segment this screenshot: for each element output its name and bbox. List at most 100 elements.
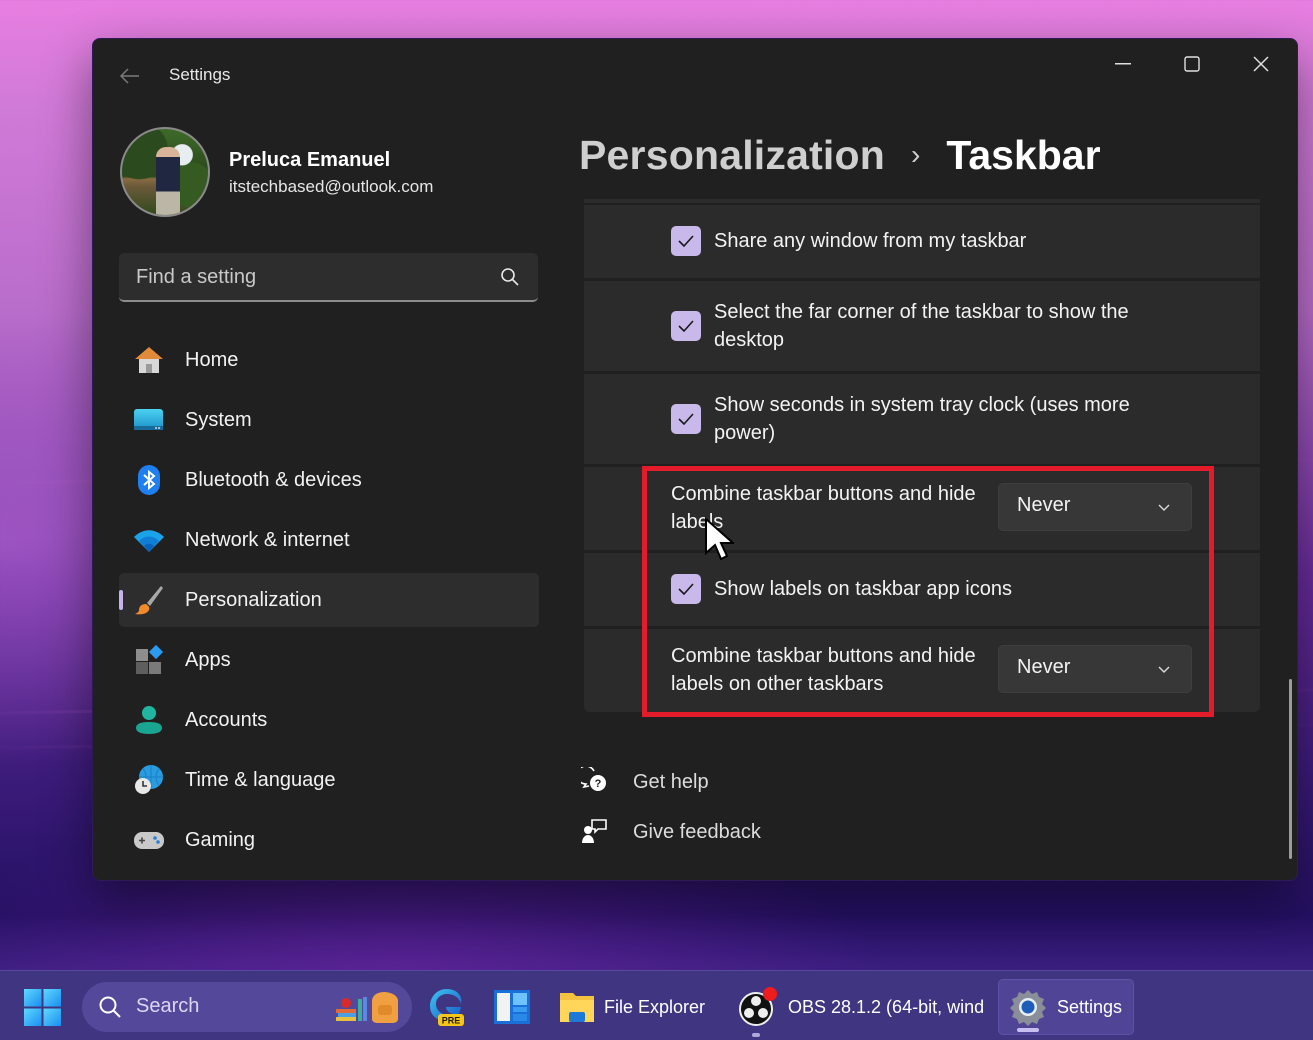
setting-row-show-seconds: Show seconds in system tray clock (uses … — [584, 374, 1260, 464]
give-feedback-link[interactable]: Give feedback — [581, 807, 881, 857]
home-icon — [135, 347, 163, 373]
share-window-checkbox[interactable] — [671, 226, 701, 256]
obs-label: OBS 28.1.2 (64-bit, wind — [788, 996, 985, 1017]
get-help-label: Get help — [633, 770, 709, 793]
breadcrumb-chevron-icon: › — [911, 139, 921, 170]
widgets-icon — [494, 990, 530, 1024]
help-icon: ? — [581, 767, 606, 791]
active-indicator — [1017, 1028, 1039, 1032]
sidebar-item-accounts[interactable]: Accounts — [119, 693, 539, 747]
sidebar-item-label: Bluetooth & devices — [185, 468, 362, 491]
taskbar-search-label: Search — [136, 995, 200, 1017]
settings-window: Settings Preluca Emanuel itstechbased@ou… — [92, 38, 1298, 881]
profile-name: Preluca Emanuel — [229, 149, 391, 171]
chevron-down-icon — [1158, 504, 1170, 511]
setting-row-share-window: Share any window from my taskbar — [584, 205, 1260, 278]
combine-other-label: Combine taskbar buttons and hide labels … — [671, 645, 976, 695]
sidebar-item-gaming[interactable]: Gaming — [119, 813, 539, 867]
bluetooth-icon — [138, 465, 160, 495]
search-placeholder: Find a setting — [136, 266, 257, 288]
svg-text:?: ? — [595, 778, 602, 790]
sidebar-item-network-internet[interactable]: Network & internet — [119, 513, 539, 567]
combine-buttons-label: Combine taskbar buttons and hide labels — [671, 483, 976, 533]
dropdown-value: Never — [1017, 656, 1071, 678]
maximize-button[interactable] — [1164, 47, 1220, 81]
page-title: Taskbar — [946, 131, 1101, 178]
show-seconds-label: Show seconds in system tray clock (uses … — [714, 394, 1130, 444]
sidebar-item-label: Network & internet — [185, 528, 350, 551]
checkmark-icon — [678, 320, 694, 332]
setting-row-show-labels: Show labels on taskbar app icons — [584, 553, 1260, 626]
back-to-school-highlight-icon — [336, 992, 398, 1023]
give-feedback-label: Give feedback — [633, 820, 761, 843]
far-corner-checkbox[interactable] — [671, 311, 701, 341]
avatar — [120, 127, 210, 217]
file-explorer-label: File Explorer — [604, 996, 706, 1017]
taskbar-app-obs[interactable]: OBS 28.1.2 (64-bit, wind — [738, 979, 985, 1037]
sidebar-item-time-language[interactable]: Time & language — [119, 753, 539, 807]
checkmark-icon — [678, 583, 694, 595]
close-icon — [1253, 56, 1269, 72]
taskbar-app-edge-preview[interactable]: PRE — [428, 979, 466, 1035]
close-button[interactable] — [1233, 47, 1289, 81]
share-window-label: Share any window from my taskbar — [714, 230, 1027, 252]
sidebar-item-home[interactable]: Home — [119, 333, 539, 387]
sidebar-item-system[interactable]: System — [119, 393, 539, 447]
sidebar-item-label: Apps — [185, 648, 231, 671]
app-title: Settings — [169, 65, 231, 84]
taskbar-app-file-explorer[interactable]: File Explorer — [560, 979, 705, 1035]
show-labels-label: Show labels on taskbar app icons — [714, 578, 1012, 600]
taskbar-app-widgets[interactable] — [494, 979, 530, 1035]
sidebar-item-label: Personalization — [185, 588, 322, 611]
running-indicator — [752, 1033, 760, 1037]
search-icon[interactable] — [500, 267, 520, 287]
windows-taskbar: Search PRE File Explorer OBS 28.1.2 (64-… — [0, 970, 1313, 1040]
sidebar-item-bluetooth-devices[interactable]: Bluetooth & devices — [119, 453, 539, 507]
minimize-button[interactable] — [1095, 47, 1151, 81]
sidebar-item-apps[interactable]: Apps — [119, 633, 539, 687]
back-button[interactable] — [117, 63, 143, 89]
setting-row-far-corner: Select the far corner of the taskbar to … — [584, 281, 1260, 371]
title-bar: Settings — [93, 39, 1297, 115]
sidebar-item-label: System — [185, 408, 252, 431]
active-indicator — [119, 590, 123, 610]
search-icon — [99, 996, 121, 1018]
settings-label: Settings — [1057, 996, 1123, 1017]
taskbar-app-settings[interactable]: Settings — [998, 979, 1134, 1035]
checkmark-icon — [678, 413, 694, 425]
sidebar-nav: Home System Bluetooth & devices Network … — [119, 333, 539, 873]
content-scrollbar[interactable] — [1289, 679, 1292, 859]
maximize-icon — [1184, 56, 1200, 72]
paintbrush-icon — [135, 586, 163, 615]
combine-other-dropdown[interactable]: Never — [998, 645, 1192, 693]
user-profile[interactable]: Preluca Emanuel itstechbased@outlook.com — [120, 127, 540, 219]
settings-search-input[interactable]: Find a setting — [119, 253, 538, 302]
edge-preview-badge: PRE — [442, 1016, 461, 1026]
profile-email: itstechbased@outlook.com — [229, 177, 434, 196]
breadcrumb: Personalization › Taskbar — [579, 125, 1101, 185]
combine-buttons-dropdown[interactable]: Never — [998, 483, 1192, 531]
sidebar-item-label: Gaming — [185, 828, 256, 851]
taskbar-behaviors-panel: Share any window from my taskbar Select … — [584, 199, 1260, 712]
sidebar-item-label: Home — [185, 348, 239, 371]
dropdown-value: Never — [1017, 494, 1071, 516]
taskbar-search-box[interactable]: Search — [82, 982, 412, 1032]
setting-row-combine-buttons: Combine taskbar buttons and hide labels … — [584, 467, 1260, 550]
checkmark-icon — [678, 235, 694, 247]
obs-icon — [739, 987, 777, 1026]
chevron-down-icon — [1158, 666, 1170, 673]
wifi-icon — [134, 530, 164, 552]
time-language-icon — [135, 765, 163, 794]
get-help-link[interactable]: ? Get help — [581, 757, 881, 807]
breadcrumb-parent-link[interactable]: Personalization — [579, 132, 885, 179]
gamepad-icon — [134, 832, 164, 849]
panel-top-edge — [584, 199, 1260, 203]
apps-icon — [136, 644, 164, 674]
back-arrow-icon — [120, 68, 139, 84]
sidebar-item-personalization[interactable]: Personalization — [119, 573, 539, 627]
start-button[interactable] — [24, 989, 61, 1026]
show-labels-checkbox[interactable] — [671, 574, 701, 604]
accounts-icon — [136, 706, 162, 734]
show-seconds-checkbox[interactable] — [671, 404, 701, 434]
minimize-icon — [1115, 63, 1131, 65]
